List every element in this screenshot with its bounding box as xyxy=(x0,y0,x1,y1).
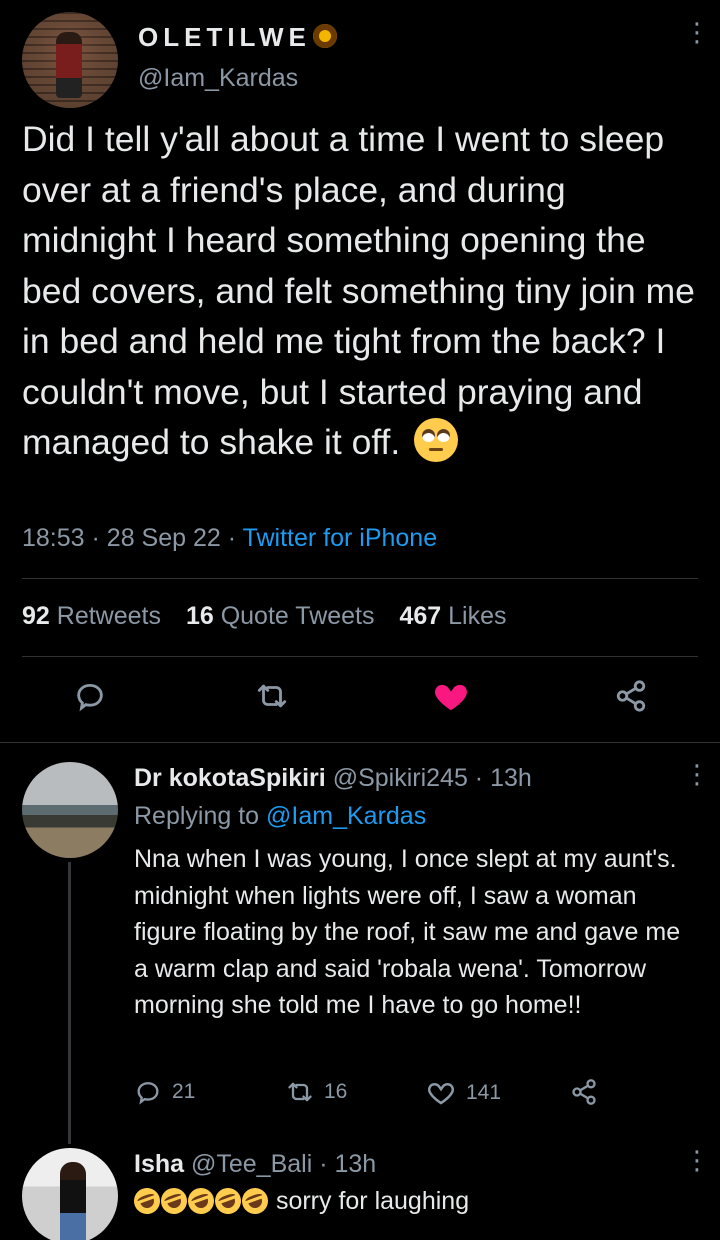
reply-header: Dr kokotaSpikiri @Spikiri245 · 13h xyxy=(134,764,532,792)
author-name[interactable]: OLETILWE xyxy=(138,22,337,53)
rolling-eyes-emoji-icon xyxy=(414,418,459,462)
tweet-stats: 92 Retweets 16 Quote Tweets 467 Likes xyxy=(22,602,525,631)
reply-text: sorry for laughing xyxy=(130,1183,694,1220)
tweet-time: 18:53 xyxy=(22,524,85,552)
more-options-icon[interactable]: ⋮ xyxy=(684,761,710,787)
reply-text: Nna when I was young, I once slept at my… xyxy=(134,845,681,1019)
more-options-icon[interactable]: ⋮ xyxy=(684,1147,710,1173)
tweet-source-link[interactable]: Twitter for iPhone xyxy=(243,524,438,552)
share-icon xyxy=(616,680,646,712)
reply-icon xyxy=(77,683,103,712)
sunflower-icon xyxy=(312,24,337,48)
share-icon xyxy=(572,1079,596,1105)
retweet-button[interactable]: 16 xyxy=(286,1078,347,1106)
reply-author-name[interactable]: Dr kokotaSpikiri xyxy=(134,764,326,792)
reply-author-handle[interactable]: @Tee_Bali xyxy=(191,1150,312,1178)
divider xyxy=(0,742,720,743)
like-button[interactable] xyxy=(431,676,471,716)
laughing-emoji-icon xyxy=(211,1184,245,1218)
tweet-actions xyxy=(0,676,720,724)
heart-icon xyxy=(427,1082,455,1105)
reply-header: Isha @Tee_Bali · 13h xyxy=(134,1150,377,1178)
retweet-button[interactable] xyxy=(252,676,292,716)
avatar[interactable] xyxy=(22,12,118,108)
display-name[interactable]: OLETILWE xyxy=(138,22,311,52)
tweet-meta: 18:53 · 28 Sep 22 · Twitter for iPhone xyxy=(22,524,438,552)
reply-button[interactable] xyxy=(70,676,110,716)
thread-line xyxy=(68,862,71,1144)
retweet-icon xyxy=(288,1082,312,1102)
retweet-icon xyxy=(257,684,287,708)
tweet-date: 28 Sep 22 xyxy=(106,524,221,552)
reply-author-handle[interactable]: @Spikiri245 xyxy=(333,764,468,792)
reply-button[interactable]: 21 xyxy=(134,1078,195,1106)
tweet-body: Did I tell y'all about a time I went to … xyxy=(22,119,695,462)
quote-tweets-stat[interactable]: 16 Quote Tweets xyxy=(186,602,375,630)
mention-link[interactable]: @Iam_Kardas xyxy=(266,802,426,830)
heart-filled-icon xyxy=(435,684,467,711)
replying-to: Replying to @Iam_Kardas xyxy=(134,802,427,830)
avatar[interactable] xyxy=(22,1148,118,1240)
laughing-emoji-icon xyxy=(130,1184,164,1218)
divider xyxy=(22,578,698,579)
laughing-emoji-icon xyxy=(157,1184,191,1218)
laughing-emoji-icon xyxy=(238,1184,272,1218)
reply-actions: 21 16 141 xyxy=(134,1078,614,1108)
laughing-emoji-icon xyxy=(184,1184,218,1218)
share-button[interactable] xyxy=(570,1078,598,1106)
reply-time[interactable]: 13h xyxy=(335,1150,377,1178)
avatar[interactable] xyxy=(22,762,118,858)
reply-author-name[interactable]: Isha xyxy=(134,1150,184,1178)
author-handle[interactable]: @Iam_Kardas xyxy=(138,64,298,93)
like-button[interactable]: 141 xyxy=(426,1078,501,1108)
reply-count: 21 xyxy=(172,1080,196,1103)
reply-time[interactable]: 13h xyxy=(490,764,532,792)
tweet-text: Did I tell y'all about a time I went to … xyxy=(22,114,702,468)
retweets-stat[interactable]: 92 Retweets xyxy=(22,602,161,630)
reply-icon xyxy=(137,1082,159,1105)
likes-stat[interactable]: 467 Likes xyxy=(399,602,506,630)
like-count: 141 xyxy=(466,1081,502,1104)
more-options-icon[interactable]: ⋮ xyxy=(684,19,710,45)
share-button[interactable] xyxy=(611,676,651,716)
divider xyxy=(22,656,698,657)
retweet-count: 16 xyxy=(324,1080,348,1103)
reply-body: sorry for laughing xyxy=(275,1187,470,1215)
